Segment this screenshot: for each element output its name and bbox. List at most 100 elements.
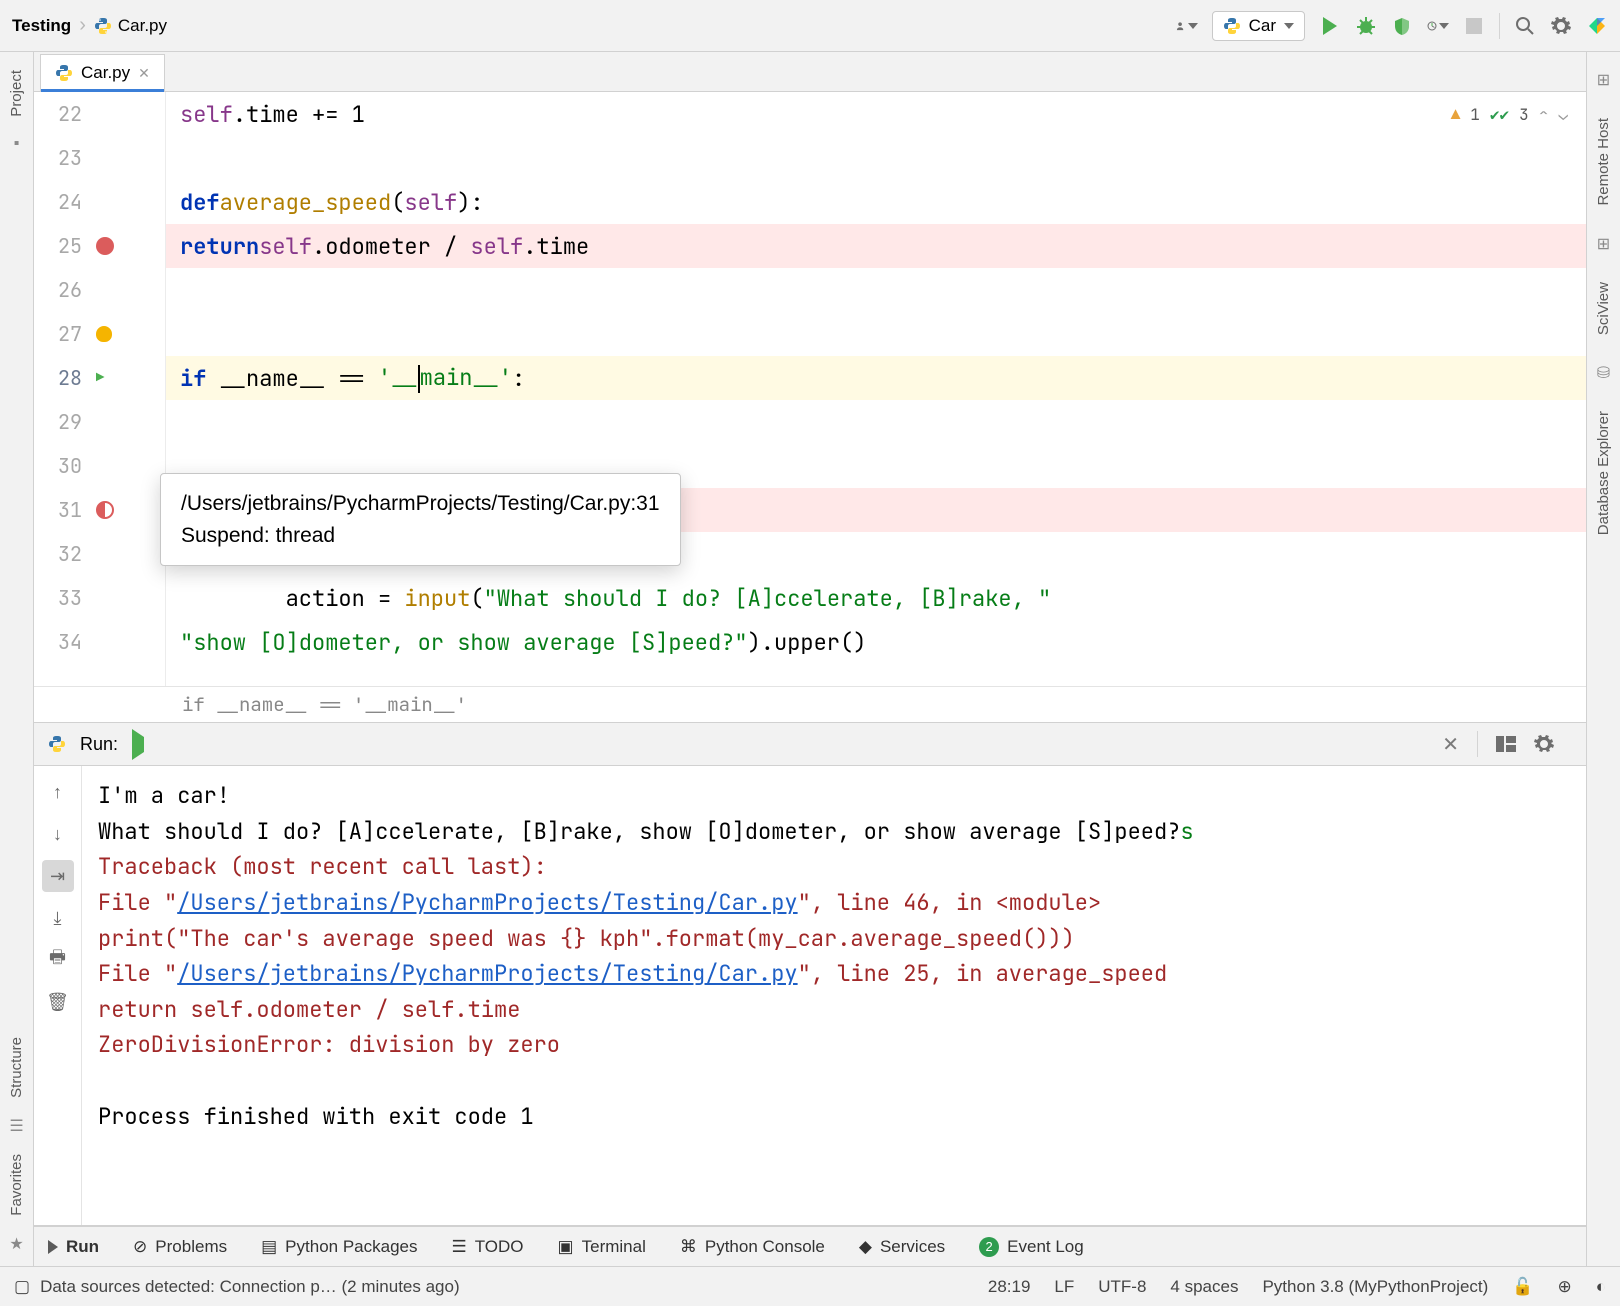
run-label: Run: — [80, 734, 118, 755]
tab-filename: Car.py — [81, 63, 130, 83]
code-line[interactable] — [166, 136, 1586, 180]
remote-host-button[interactable]: Remote Host — [1595, 118, 1612, 206]
breadcrumb[interactable]: Testing › Car.py — [12, 14, 167, 37]
indent[interactable]: 4 spaces — [1170, 1277, 1238, 1297]
right-tool-rail: ⊞ Remote Host ⊞ SciView ⛁ Database Explo… — [1586, 52, 1620, 1266]
favorites-tool-button[interactable]: Favorites — [8, 1154, 25, 1216]
up-button[interactable]: ↑ — [42, 776, 74, 808]
run-tool-body: ↑ ↓ ⇥ ⤓ 🖶 🗑 I'm a car! What should I do?… — [34, 766, 1586, 1226]
code-area[interactable]: ▲1 ✔✔3 ⌃ ⌄ self.time += 1 def average_sp… — [166, 92, 1586, 686]
code-line[interactable]: self.time += 1 — [166, 92, 1586, 136]
traceback-link[interactable]: /Users/jetbrains/PycharmProjects/Testing… — [177, 959, 797, 988]
python-file-icon — [55, 64, 73, 82]
navigation-toolbar: Testing › Car.py Car — [0, 0, 1620, 52]
tool-windows-icon[interactable]: ▢ — [14, 1277, 30, 1297]
search-icon[interactable] — [1514, 15, 1536, 37]
close-icon[interactable]: ✕ — [138, 65, 150, 82]
editor-breadcrumb[interactable]: if __name__ == '__main__' — [34, 686, 1586, 722]
breakpoint-suspend-icon[interactable] — [96, 501, 114, 519]
toolbar-right: Car — [1176, 11, 1608, 41]
tooltip-suspend: Suspend: thread — [181, 520, 660, 552]
stop-button — [1463, 15, 1485, 37]
python-icon — [1223, 17, 1241, 35]
chevron-down-icon[interactable]: ⌄ — [1558, 104, 1568, 125]
run-config-name: Car — [1249, 16, 1276, 36]
jetbrains-icon[interactable] — [1586, 15, 1608, 37]
down-button[interactable]: ↓ — [42, 818, 74, 850]
breadcrumb-file[interactable]: Car.py — [118, 16, 167, 36]
run-button[interactable] — [1319, 15, 1341, 37]
editor[interactable]: 22232425262728▶293031323334 ▲1 ✔✔3 ⌃ ⌄ s… — [34, 92, 1586, 686]
code-line[interactable] — [166, 312, 1586, 356]
inspection-widget[interactable]: ▲1 ✔✔3 ⌃ ⌄ — [1451, 104, 1568, 125]
code-line[interactable]: action = input("What should I do? [A]cce… — [166, 576, 1586, 620]
encoding[interactable]: UTF-8 — [1098, 1277, 1146, 1297]
breakpoint-icon[interactable] — [96, 237, 114, 255]
todo-tab[interactable]: ☰TODO — [451, 1237, 523, 1257]
code-line[interactable] — [166, 400, 1586, 444]
ide-status-icon[interactable]: ⊕ — [1557, 1277, 1571, 1297]
run-output[interactable]: I'm a car! What should I do? [A]ccelerat… — [82, 766, 1586, 1225]
user-icon[interactable] — [1176, 15, 1198, 37]
print-button[interactable]: 🖶 — [42, 944, 74, 976]
layout-icon[interactable] — [1496, 736, 1516, 752]
soft-wrap-button[interactable]: ⇥ — [42, 860, 74, 892]
python-icon — [48, 735, 66, 753]
code-line[interactable]: "show [O]dometer, or show average [S]pee… — [166, 620, 1586, 664]
chevron-right-icon: › — [79, 14, 86, 37]
editor-tab-active[interactable]: Car.py ✕ — [40, 54, 165, 91]
run-tab[interactable]: Run — [48, 1237, 99, 1257]
debug-button[interactable] — [1355, 15, 1377, 37]
caret-position[interactable]: 28:19 — [988, 1277, 1031, 1297]
bottom-tool-tabs: Run ⊘Problems ▤Python Packages ☰TODO ▣Te… — [34, 1226, 1586, 1266]
event-count-badge: 2 — [979, 1237, 999, 1257]
terminal-tab[interactable]: ▣Terminal — [558, 1237, 646, 1257]
clear-button[interactable]: 🗑 — [42, 986, 74, 1018]
code-line[interactable]: return self.odometer / self.time — [166, 224, 1586, 268]
run-config-selector[interactable]: Car — [1212, 11, 1305, 41]
close-icon[interactable]: ✕ — [1442, 732, 1459, 757]
star-icon: ★ — [9, 1234, 23, 1254]
gear-icon[interactable] — [1534, 734, 1554, 754]
warning-icon: ▲ — [1451, 104, 1461, 125]
run-gutter-icon[interactable]: ▶ — [96, 369, 104, 387]
structure-icon: ☰ — [9, 1116, 23, 1136]
intention-bulb-icon[interactable] — [96, 326, 112, 342]
services-tab[interactable]: ◆Services — [859, 1237, 945, 1257]
breakpoint-tooltip: /Users/jetbrains/PycharmProjects/Testing… — [160, 473, 681, 566]
code-line[interactable]: def average_speed(self): — [166, 180, 1586, 224]
profile-button[interactable] — [1427, 15, 1449, 37]
structure-tool-button[interactable]: Structure — [8, 1037, 25, 1098]
traceback-link[interactable]: /Users/jetbrains/PycharmProjects/Testing… — [177, 888, 797, 917]
lock-icon[interactable]: 🔓 — [1512, 1277, 1533, 1297]
line-separator[interactable]: LF — [1054, 1277, 1074, 1297]
gutter[interactable]: 22232425262728▶293031323334 — [34, 92, 166, 686]
problems-tab[interactable]: ⊘Problems — [133, 1237, 227, 1257]
database-button[interactable]: Database Explorer — [1595, 411, 1612, 535]
breadcrumb-project[interactable]: Testing — [12, 16, 71, 36]
eventlog-tab[interactable]: 2Event Log — [979, 1237, 1084, 1257]
rerun-button[interactable] — [132, 737, 144, 752]
run-tool-header: Run: ✕ — [34, 722, 1586, 766]
console-tab[interactable]: ⌘Python Console — [680, 1237, 825, 1257]
project-tool-button[interactable]: Project — [8, 70, 25, 117]
interpreter[interactable]: Python 3.8 (MyPythonProject) — [1262, 1277, 1488, 1297]
chevron-up-icon[interactable]: ⌃ — [1539, 104, 1549, 125]
sciview-button[interactable]: SciView — [1595, 282, 1612, 335]
memory-icon[interactable]: ◐ — [1596, 1277, 1606, 1297]
coverage-button[interactable] — [1391, 15, 1413, 37]
packages-icon: ▤ — [261, 1237, 277, 1257]
tooltip-path: /Users/jetbrains/PycharmProjects/Testing… — [181, 488, 660, 520]
console-icon: ⌘ — [680, 1237, 697, 1257]
code-line[interactable] — [166, 268, 1586, 312]
separator — [1499, 13, 1500, 39]
python-file-icon — [94, 17, 112, 35]
settings-icon[interactable] — [1550, 15, 1572, 37]
database-icon: ⛁ — [1597, 363, 1610, 383]
chevron-down-icon — [1284, 23, 1294, 29]
status-message[interactable]: Data sources detected: Connection p… (2 … — [40, 1277, 460, 1297]
code-line[interactable]: if __name__ == '__main__': — [166, 356, 1586, 400]
scroll-to-end-button[interactable]: ⤓ — [42, 902, 74, 934]
statusbar: ▢ Data sources detected: Connection p… (… — [0, 1266, 1620, 1306]
packages-tab[interactable]: ▤Python Packages — [261, 1237, 417, 1257]
